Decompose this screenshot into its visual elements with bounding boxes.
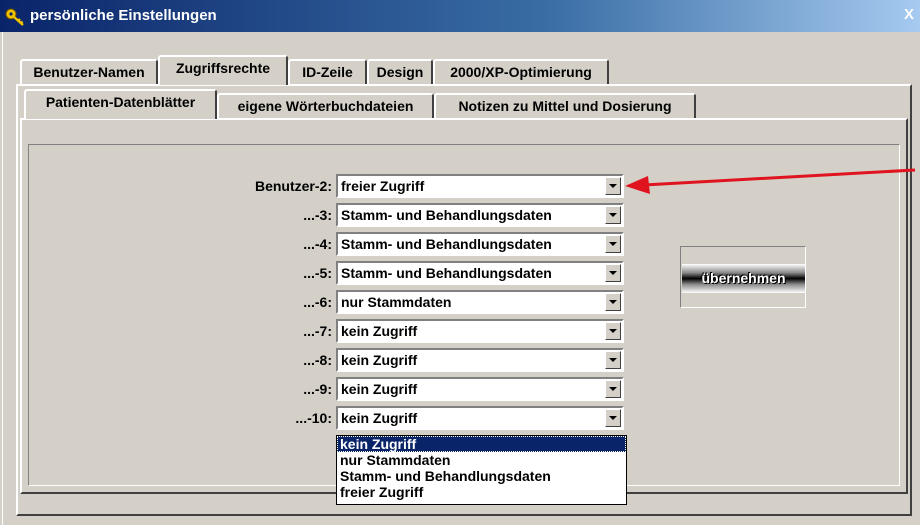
dropdown-option-freier-zugriff[interactable]: freier Zugriff	[337, 484, 626, 500]
tab-benutzer-namen[interactable]: Benutzer-Namen	[20, 59, 158, 85]
key-icon	[4, 7, 28, 27]
user-4-access-select[interactable]: Stamm- und Behandlungsdaten	[336, 232, 624, 256]
tab-label: 2000/XP-Optimierung	[450, 64, 592, 80]
chevron-down-icon	[609, 387, 617, 391]
dropdown-button[interactable]	[605, 409, 621, 427]
tab-label: Design	[376, 64, 424, 80]
dropdown-button[interactable]	[605, 380, 621, 398]
select-value: nur Stammdaten	[341, 294, 452, 310]
tab-eigene-woerterbuchdateien[interactable]: eigene Wörterbuchdateien	[217, 93, 434, 119]
select-value: kein Zugriff	[341, 352, 418, 368]
tab-patienten-datenblaetter[interactable]: Patienten-Datenblätter	[24, 89, 217, 119]
dropdown-option-nur-stammdaten[interactable]: nur Stammdaten	[337, 452, 626, 468]
window-title: persönliche Einstellungen	[30, 7, 217, 24]
user-8-label: ...-8:	[303, 352, 332, 368]
select-value: kein Zugriff	[341, 323, 418, 339]
dropdown-button[interactable]	[605, 264, 621, 282]
tab-label: eigene Wörterbuchdateien	[237, 98, 414, 114]
user-9-access-select[interactable]: kein Zugriff	[336, 377, 624, 401]
chevron-down-icon	[609, 300, 617, 304]
access-dropdown-list[interactable]: kein Zugriff nur Stammdaten Stamm- und B…	[336, 435, 627, 505]
user-8-access-select[interactable]: kein Zugriff	[336, 348, 624, 372]
tab-label: Zugriffsrechte	[175, 60, 271, 76]
tab-zugriffsrechte[interactable]: Zugriffsrechte	[158, 55, 288, 85]
dropdown-option-kein-zugriff[interactable]: kein Zugriff	[337, 436, 626, 452]
select-value: kein Zugriff	[341, 381, 418, 397]
tab-label: Notizen zu Mittel und Dosierung	[458, 98, 672, 114]
close-button[interactable]: X	[904, 6, 920, 26]
user-7-label: ...-7:	[303, 323, 332, 339]
tab-label: ID-Zeile	[302, 64, 353, 80]
user-6-label: ...-6:	[303, 294, 332, 310]
user-2-label: Benutzer-2:	[254, 178, 332, 194]
select-value: Stamm- und Behandlungsdaten	[341, 207, 552, 223]
user-3-label: ...-3:	[303, 207, 332, 223]
chevron-down-icon	[609, 329, 617, 333]
tab-id-zeile[interactable]: ID-Zeile	[288, 59, 367, 85]
dropdown-button[interactable]	[605, 322, 621, 340]
title-bar[interactable]: persönliche Einstellungen X	[0, 0, 920, 32]
chevron-down-icon	[609, 242, 617, 246]
chevron-down-icon	[609, 213, 617, 217]
annotation-arrow-icon	[625, 168, 916, 194]
tab-2000-xp-optimierung[interactable]: 2000/XP-Optimierung	[433, 59, 609, 85]
select-value: Stamm- und Behandlungsdaten	[341, 236, 552, 252]
dropdown-button[interactable]	[605, 206, 621, 224]
tab-design[interactable]: Design	[367, 59, 433, 85]
user-6-access-select[interactable]: nur Stammdaten	[336, 290, 624, 314]
dropdown-button[interactable]	[605, 293, 621, 311]
user-5-access-select[interactable]: Stamm- und Behandlungsdaten	[336, 261, 624, 285]
dropdown-button[interactable]	[605, 351, 621, 369]
dropdown-button[interactable]	[605, 235, 621, 253]
user-2-access-select[interactable]: freier Zugriff	[336, 174, 624, 198]
tab-label: Patienten-Datenblätter	[45, 94, 196, 110]
user-3-access-select[interactable]: Stamm- und Behandlungsdaten	[336, 203, 624, 227]
user-9-label: ...-9:	[303, 381, 332, 397]
user-10-access-select[interactable]: kein Zugriff	[336, 406, 624, 430]
tab-label: Benutzer-Namen	[33, 64, 145, 80]
chevron-down-icon	[609, 358, 617, 362]
chevron-down-icon	[609, 416, 617, 420]
user-7-access-select[interactable]: kein Zugriff	[336, 319, 624, 343]
chevron-down-icon	[609, 271, 617, 275]
apply-button[interactable]: übernehmen	[682, 264, 805, 293]
user-5-label: ...-5:	[303, 265, 332, 281]
dropdown-option-stamm-und-behandlungsdaten[interactable]: Stamm- und Behandlungsdaten	[337, 468, 626, 484]
select-value: kein Zugriff	[341, 410, 418, 426]
user-4-label: ...-4:	[303, 236, 332, 252]
user-10-label: ...-10:	[295, 410, 332, 426]
tab-notizen-mittel-dosierung[interactable]: Notizen zu Mittel und Dosierung	[434, 93, 696, 119]
select-value: Stamm- und Behandlungsdaten	[341, 265, 552, 281]
select-value: freier Zugriff	[341, 178, 425, 194]
